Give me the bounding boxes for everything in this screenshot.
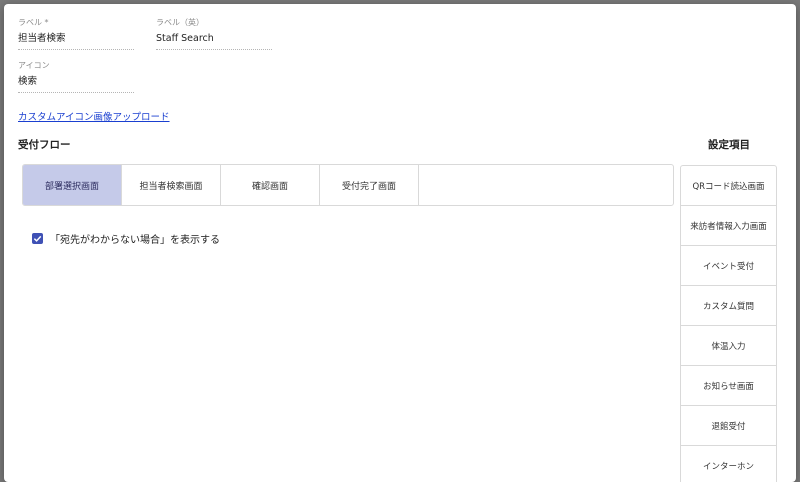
icon-field[interactable]: アイコン 検索 [18, 61, 134, 93]
flow-tab-confirm[interactable]: 確認画面 [221, 165, 320, 205]
label-en-field[interactable]: ラベル（英） Staff Search [156, 18, 272, 50]
label-field[interactable]: ラベル * 担当者検索 [18, 18, 134, 50]
flow-settings-dialog: ラベル * 担当者検索 ラベル（英） Staff Search アイコン 検索 … [4, 4, 796, 482]
label-field-value[interactable]: 担当者検索 [18, 33, 134, 50]
settings-item-notice[interactable]: お知らせ画面 [680, 366, 777, 406]
unknown-recipient-checkbox[interactable] [32, 233, 43, 244]
settings-item-custom-question[interactable]: カスタム質問 [680, 286, 777, 326]
settings-item-temperature[interactable]: 体温入力 [680, 326, 777, 366]
flow-tab-department-select[interactable]: 部署選択画面 [23, 165, 122, 205]
settings-item-checkout[interactable]: 退館受付 [680, 406, 777, 446]
label-en-field-title: ラベル（英） [156, 18, 204, 27]
settings-item-event[interactable]: イベント受付 [680, 246, 777, 286]
flow-tab-complete[interactable]: 受付完了画面 [320, 165, 419, 205]
checkmark-icon [33, 235, 42, 242]
custom-icon-upload-link[interactable]: カスタムアイコン画像アップロード [18, 109, 170, 123]
settings-item-visitor-info[interactable]: 来訪者情報入力画面 [680, 206, 777, 246]
label-field-title: ラベル * [18, 18, 49, 27]
icon-field-title: アイコン [18, 61, 50, 70]
settings-heading: 設定項目 [708, 139, 750, 151]
flow-tab-staff-search[interactable]: 担当者検索画面 [122, 165, 221, 205]
flow-heading: 受付フロー [18, 139, 71, 151]
settings-item-intercom[interactable]: インターホン [680, 446, 777, 482]
settings-item-qr-scan[interactable]: QRコード読込画面 [680, 165, 777, 206]
unknown-recipient-label: 「宛先がわからない場合」を表示する [50, 235, 220, 246]
icon-field-value[interactable]: 検索 [18, 76, 134, 93]
unknown-recipient-option[interactable]: 「宛先がわからない場合」を表示する [32, 231, 220, 246]
label-en-field-value[interactable]: Staff Search [156, 33, 272, 50]
flow-tab-bar: 部署選択画面 担当者検索画面 確認画面 受付完了画面 [22, 164, 674, 206]
settings-list: QRコード読込画面 来訪者情報入力画面 イベント受付 カスタム質問 体温入力 お… [680, 165, 777, 482]
